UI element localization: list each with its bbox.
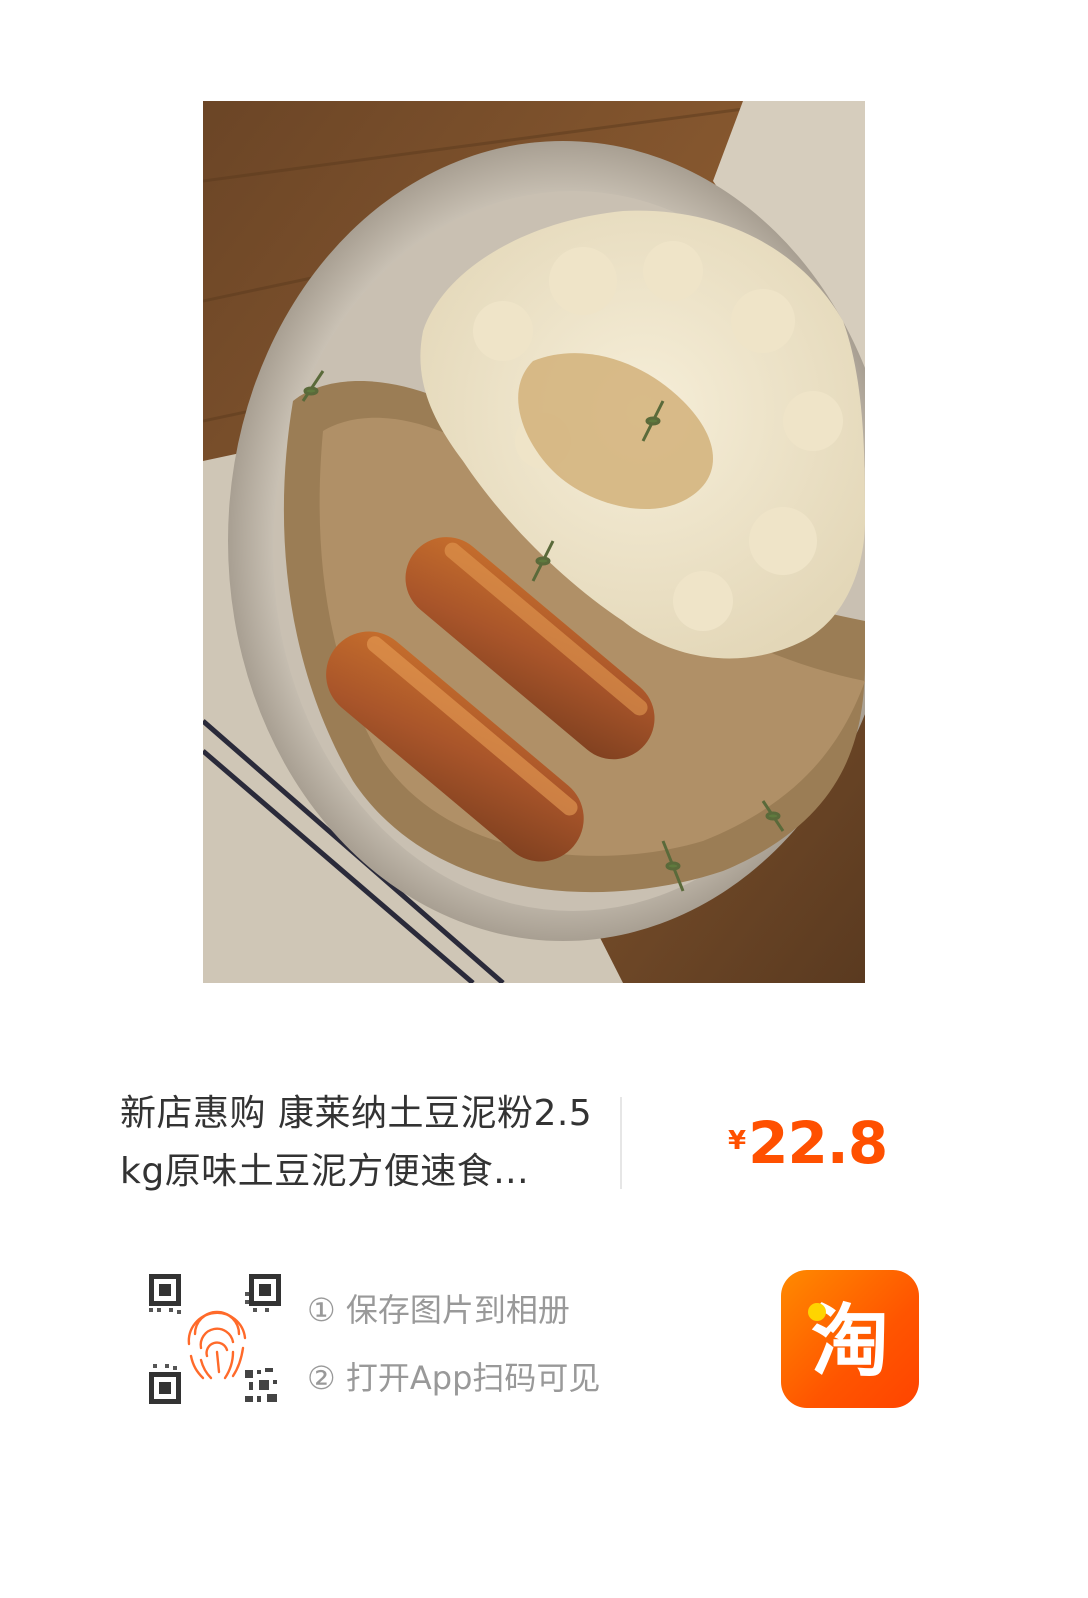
app-icon-dot (808, 1303, 826, 1321)
qr-code-fingerprint-icon (145, 1268, 285, 1408)
share-steps: ① 保存图片到相册 ② 打开App扫码可见 (307, 1276, 600, 1412)
price-amount: 22.8 (748, 1109, 888, 1177)
product-price: ¥22.8 (728, 1109, 888, 1177)
product-title[interactable]: 新店惠购 康莱纳土豆泥粉2.5kg原味土豆泥方便速食... (120, 1085, 610, 1201)
product-image (203, 101, 865, 983)
share-instructions: ① 保存图片到相册 ② 打开App扫码可见 淘 (145, 1268, 945, 1413)
step-open-app-scan: ② 打开App扫码可见 (307, 1359, 601, 1397)
step-save-image: ① 保存图片到相册 (307, 1291, 570, 1329)
food-photo (203, 101, 865, 983)
product-info: 新店惠购 康莱纳土豆泥粉2.5kg原味土豆泥方便速食... ¥22.8 (120, 1085, 970, 1200)
divider (620, 1097, 622, 1189)
currency-symbol: ¥ (728, 1126, 747, 1156)
taobao-app-icon[interactable]: 淘 (781, 1270, 919, 1408)
